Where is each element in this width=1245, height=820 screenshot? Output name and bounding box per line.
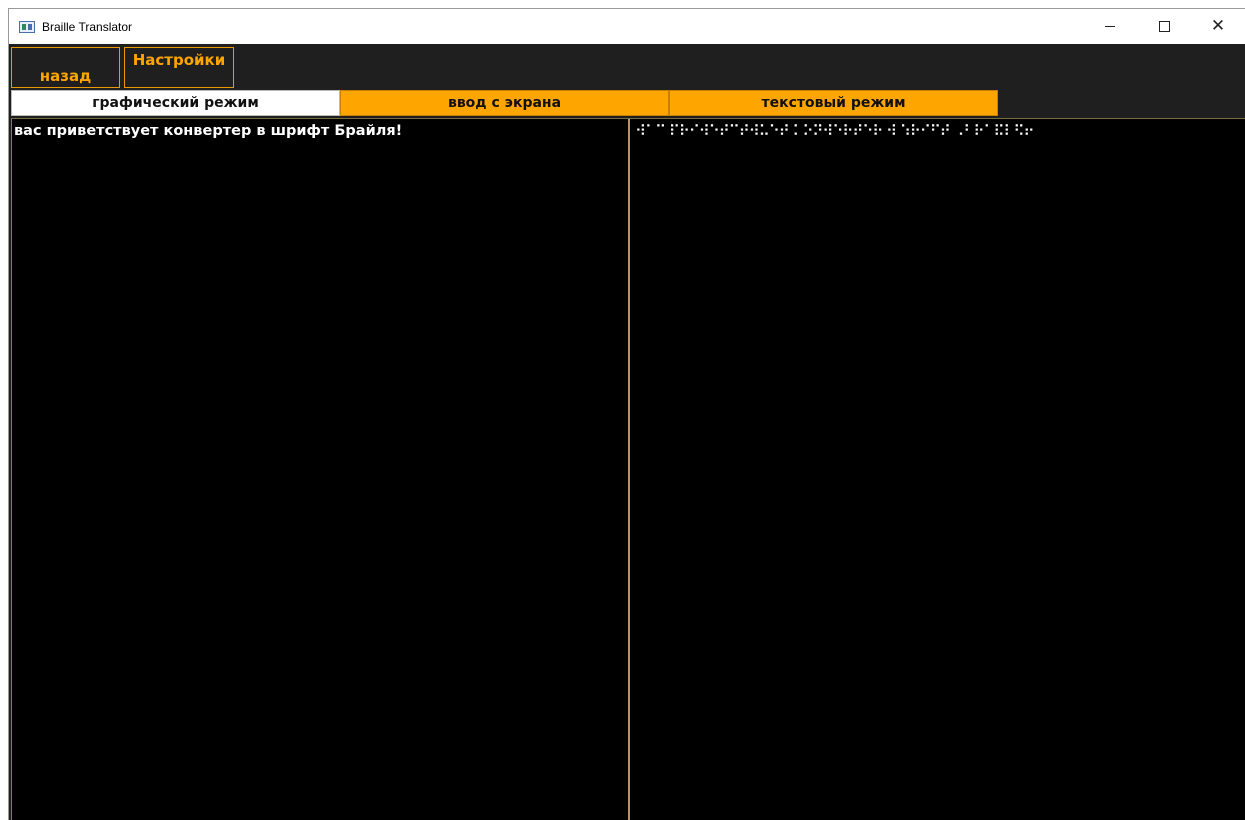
window-controls: ✕ — [1083, 9, 1245, 44]
toolbar: назад Настройки — [11, 47, 234, 88]
close-button[interactable]: ✕ — [1191, 9, 1245, 44]
input-panel[interactable]: вас приветствует конвертер в шрифт Брайл… — [11, 119, 630, 820]
settings-button[interactable]: Настройки — [124, 47, 234, 88]
braille-output: ⠺⠁⠉ ⠏⠗⠊⠺⠑⠞⠉⠞⠺⠥⠑⠞ ⠅⠕⠝⠺⠑⠗⠞⠑⠗ ⠺ ⠱⠗⠊⠋⠞ ⠠⠃⠗⠁⠯… — [635, 122, 1034, 140]
window-title: Braille Translator — [42, 19, 133, 34]
tab-text-mode[interactable]: текстовый режим — [669, 90, 998, 116]
input-text[interactable]: вас приветствует конвертер в шрифт Брайл… — [12, 119, 628, 139]
minimize-button[interactable] — [1083, 9, 1137, 44]
app-icon — [19, 20, 35, 33]
minimize-icon — [1105, 26, 1115, 27]
app-window: Braille Translator ✕ назад Настройки гра… — [8, 8, 1245, 820]
tab-graphic-mode[interactable]: графический режим — [11, 90, 340, 116]
output-panel: ⠺⠁⠉ ⠏⠗⠊⠺⠑⠞⠉⠞⠺⠥⠑⠞ ⠅⠕⠝⠺⠑⠗⠞⠑⠗ ⠺ ⠱⠗⠊⠋⠞ ⠠⠃⠗⠁⠯… — [632, 119, 1245, 820]
maximize-button[interactable] — [1137, 9, 1191, 44]
content-area: вас приветствует конвертер в шрифт Брайл… — [11, 118, 1245, 820]
close-icon: ✕ — [1210, 16, 1226, 36]
title-bar[interactable]: Braille Translator ✕ — [9, 9, 1245, 44]
maximize-icon — [1158, 21, 1170, 32]
back-button[interactable]: назад — [11, 47, 120, 88]
mode-tabs: графический режим ввод с экрана текстовы… — [11, 90, 998, 116]
tab-screen-input[interactable]: ввод с экрана — [340, 90, 669, 116]
